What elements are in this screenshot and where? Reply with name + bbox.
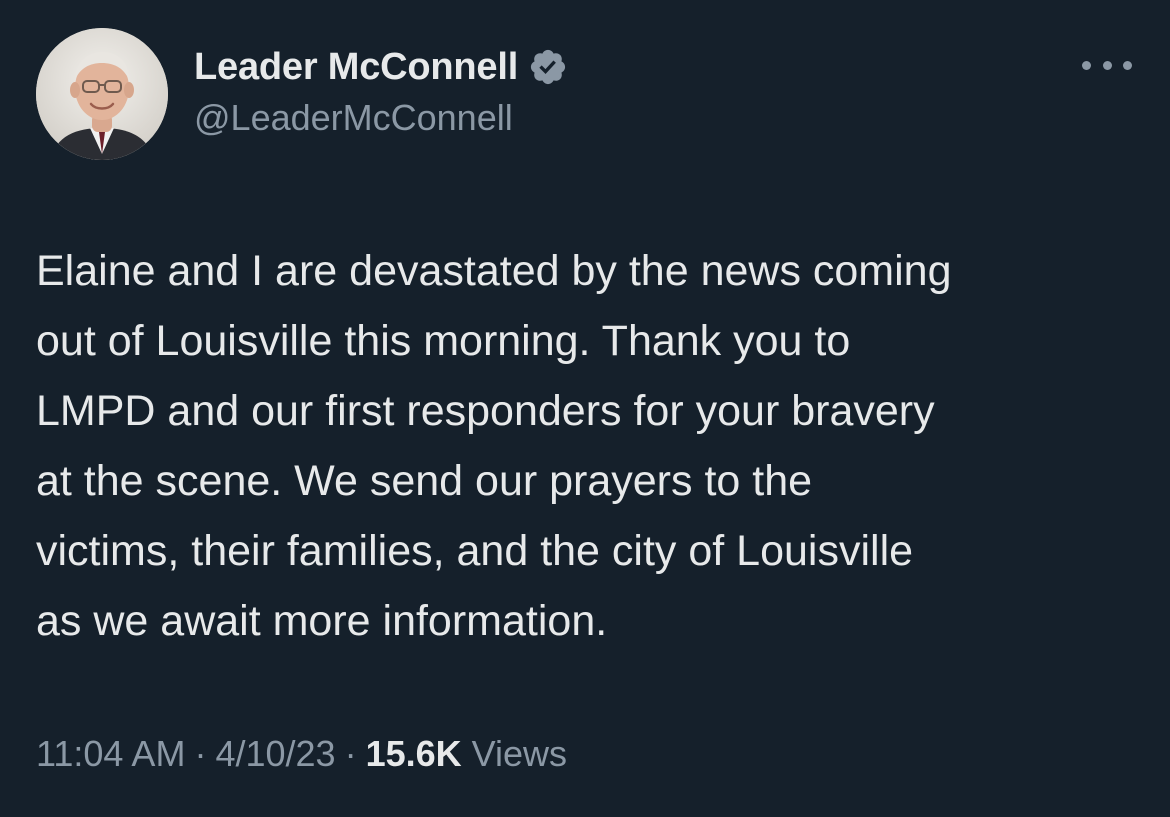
tweet-text-line: LMPD and our first responders for your b… [36,387,935,435]
more-dot [1082,60,1091,70]
author-display-name[interactable]: Leader McConnell [194,46,518,89]
author-name-row: Leader McConnell [194,44,568,90]
tweet-card: Leader McConnell @LeaderMcConnell Elaine… [0,0,1170,817]
more-dot [1102,60,1112,70]
meta-separator: · [344,733,357,774]
tweet-text-line: at the scene. We send our prayers to the [36,457,813,505]
tweet-text-line: victims, their families, and the city of… [36,527,914,575]
tweet-time[interactable]: 11:04 AM [36,733,185,775]
verified-badge-icon [528,47,568,87]
tweet-text-line: out of Louisville this morning. Thank yo… [36,317,851,365]
tweet-meta: 11:04 AM · 4/10/23 · 15.6K Views [36,728,567,780]
tweet-date[interactable]: 4/10/23 [215,733,335,775]
meta-separator: · [194,733,207,774]
author-handle[interactable]: @LeaderMcConnell [194,97,513,139]
views-label: Views [471,733,568,774]
tweet-text-line: as we await more information. [36,597,608,645]
tweet-text-line: Elaine and I are devastated by the news … [36,247,952,295]
more-options-icon[interactable] [1082,50,1132,80]
views-count[interactable]: 15.6K [366,733,462,775]
tweet-text: Elaine and I are devastated by the news … [36,236,1146,656]
more-dot [1123,60,1132,70]
avatar[interactable] [36,28,168,160]
profile-photo-icon [36,28,168,160]
